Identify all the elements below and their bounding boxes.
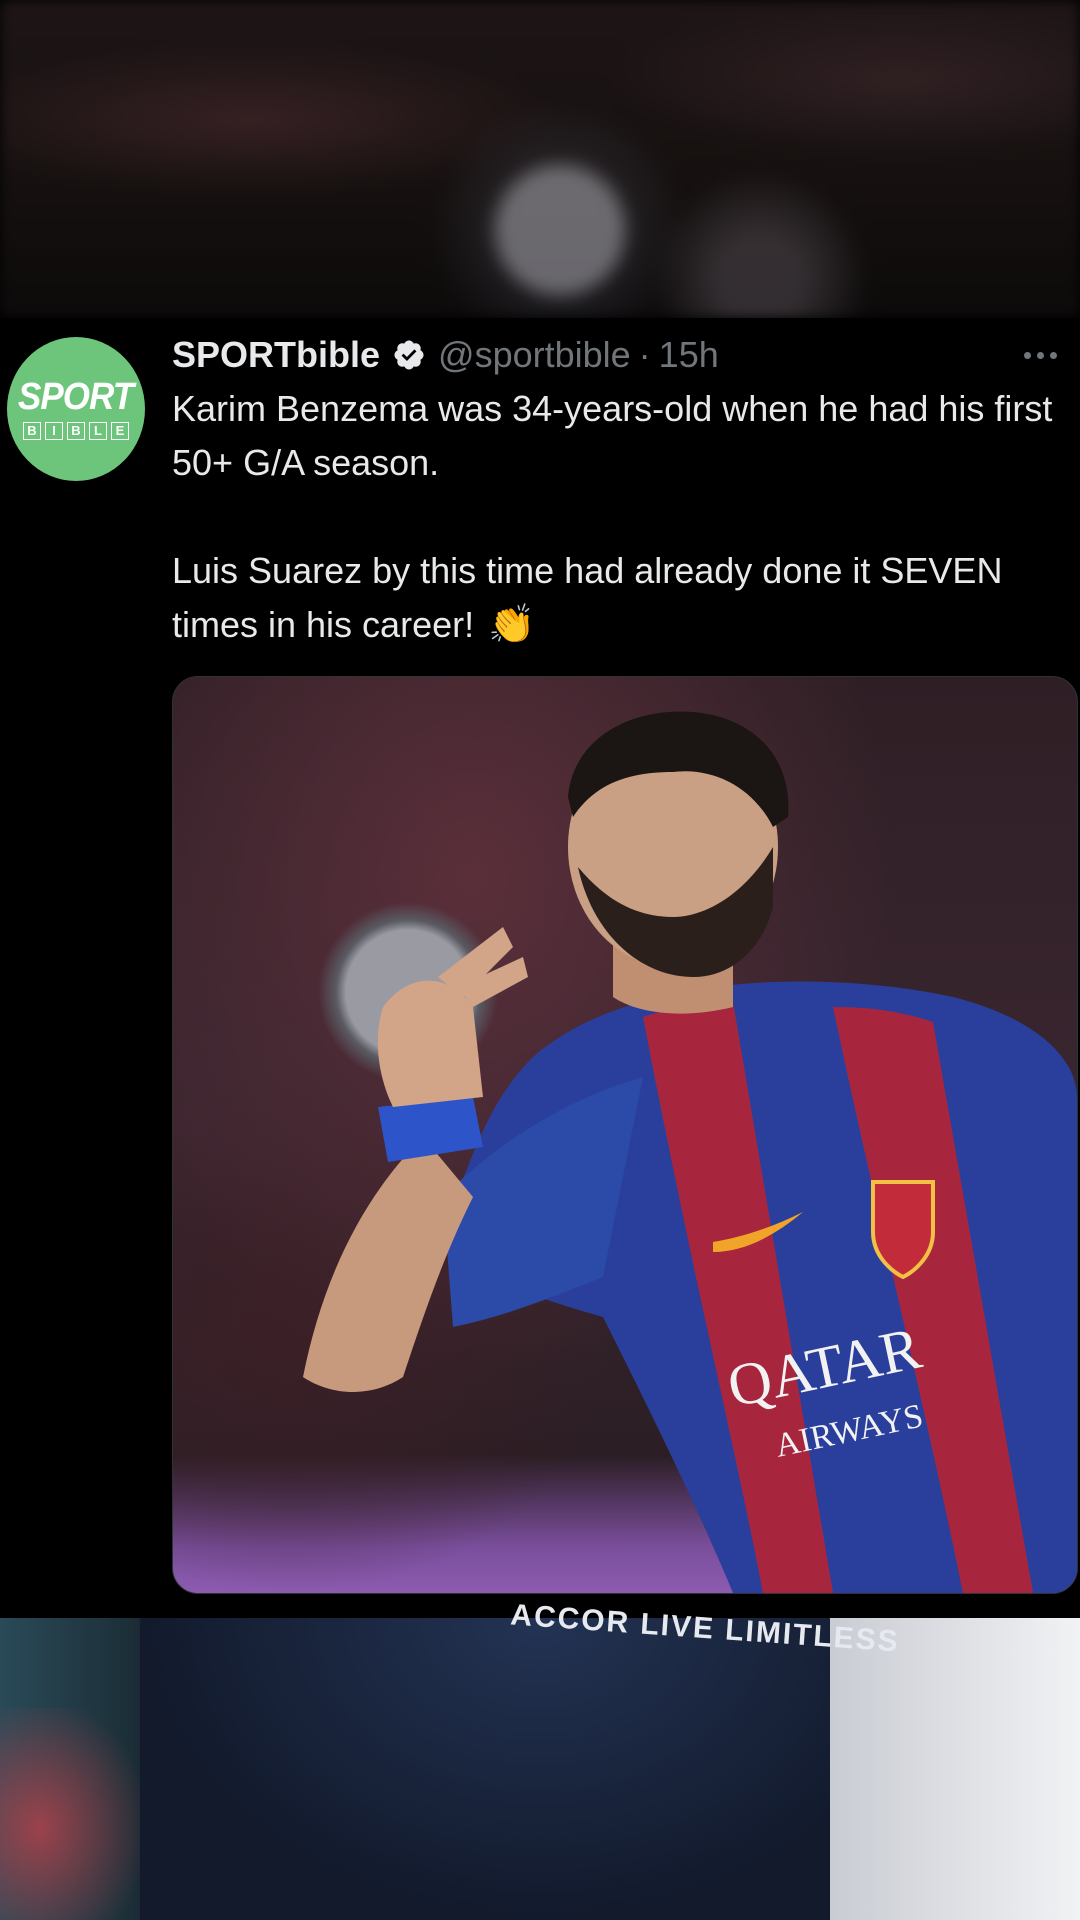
verified-badge-icon [394,340,424,370]
tweet-text-line-2-text: Luis Suarez by this time had already don… [172,550,1003,645]
display-name[interactable]: SPORTbible [172,334,380,376]
tweet-text-line-2: Luis Suarez by this time had already don… [172,544,1062,652]
avatar-logo-subtext: B I B L E [23,422,129,440]
avatar-logo-text: SPORT [18,376,134,418]
user-handle[interactable]: @sportbible [438,334,631,376]
timestamp[interactable]: 15h [659,334,719,376]
tweet-header: SPORTbible @sportbible · 15h [172,332,719,378]
video-background-bottom [0,1618,1080,1920]
video-background-top [0,0,1080,318]
separator: · [638,334,651,375]
tweet-image[interactable]: QATAR AIRWAYS [172,676,1078,1594]
player-photo-illustration: QATAR AIRWAYS [303,711,1077,1593]
avatar[interactable]: SPORT B I B L E [7,337,145,481]
tweet-text: Karim Benzema was 34-years-old when he h… [172,382,1062,652]
clapping-hands-icon: 👏 [488,604,536,646]
more-options-icon[interactable] [1024,340,1070,370]
tweet-text-line-1: Karim Benzema was 34-years-old when he h… [172,388,1053,483]
